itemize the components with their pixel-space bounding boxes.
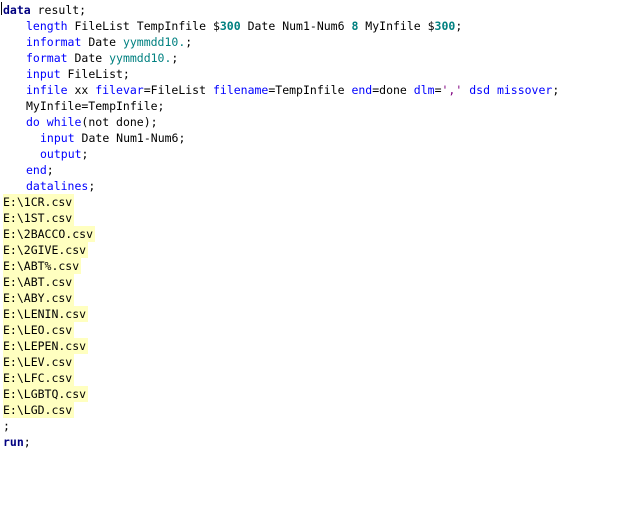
dataline: E:\LEO.csv <box>3 322 75 338</box>
code-line-3: informat Date yymmdd10.; <box>26 34 192 50</box>
keyword-output: output <box>40 147 82 161</box>
dataline: E:\ABY.csv <box>3 290 75 306</box>
code-line-run: run; <box>3 434 31 450</box>
keyword-while: while <box>46 115 82 129</box>
dataline: E:\LFC.csv <box>3 370 75 386</box>
dataline: E:\1ST.csv <box>3 210 75 226</box>
code-text: = <box>434 83 442 97</box>
code-line-12: datalines; <box>26 178 95 194</box>
code-text: ; <box>23 435 31 449</box>
code-line-4: format Date yymmdd10.; <box>26 50 178 66</box>
keyword-dsd: dsd <box>469 83 490 97</box>
code-line-2: length FileList TempInfile $300 Date Num… <box>26 18 462 34</box>
keyword-end: end <box>351 83 373 97</box>
dataline: E:\ABT.csv <box>3 274 75 290</box>
code-line-7: MyInfile=TempInfile; <box>26 98 164 114</box>
number-literal: 300 <box>434 19 456 33</box>
keyword-run: run <box>3 435 24 449</box>
code-text: result; <box>30 3 87 17</box>
keyword-datalines: datalines <box>26 179 89 193</box>
code-text: =FileList <box>143 83 213 97</box>
code-line-5: input FileList; <box>26 66 130 82</box>
keyword-length: length <box>26 19 68 33</box>
code-text: ; <box>81 147 89 161</box>
code-text: FileList; <box>60 67 130 81</box>
keyword-format: format <box>26 51 68 65</box>
keyword-missover: missover <box>496 83 553 97</box>
code-text: Date Num1-Num6; <box>74 131 186 145</box>
code-text: MyInfile $ <box>358 19 435 33</box>
code-line-11: end; <box>26 162 54 178</box>
code-text: ; <box>171 51 179 65</box>
keyword-data: data <box>3 3 31 17</box>
keyword-input: input <box>40 131 75 145</box>
dataline: E:\2BACCO.csv <box>3 226 96 242</box>
keyword-filevar: filevar <box>95 83 144 97</box>
dataline: E:\2GIVE.csv <box>3 242 89 258</box>
code-text: ; <box>185 35 193 49</box>
code-text: Date Num1-Num6 <box>240 19 352 33</box>
dataline: E:\LGD.csv <box>3 402 75 418</box>
code-line-10: output; <box>40 146 88 162</box>
code-text: ; <box>46 163 54 177</box>
code-text: Date <box>81 35 123 49</box>
dataline: E:\LEV.csv <box>3 354 75 370</box>
keyword-do: do <box>26 115 40 129</box>
text-cursor <box>1 2 2 15</box>
keyword-informat: informat <box>26 35 82 49</box>
code-line-1: data result; <box>3 2 86 18</box>
code-text: xx <box>67 83 96 97</box>
code-text: (not done); <box>81 115 158 129</box>
format-literal: yymmdd10. <box>109 51 172 65</box>
dataline: E:\1CR.csv <box>3 194 75 210</box>
string-literal: ',' <box>441 83 463 97</box>
dataline: E:\LGBTQ.csv <box>3 386 89 402</box>
dataline: E:\LEPEN.csv <box>3 338 89 354</box>
code-line-8: do while(not done); <box>26 114 158 130</box>
code-text: ; <box>552 83 560 97</box>
datalines-terminator: ; <box>3 419 10 433</box>
code-text: =done <box>372 83 414 97</box>
code-text: ; <box>455 19 463 33</box>
dataline: E:\LENIN.csv <box>3 306 89 322</box>
code-line-6: infile xx filevar=FileList filename=Temp… <box>26 82 559 98</box>
keyword-filename: filename <box>212 83 269 97</box>
format-literal: yymmdd10. <box>122 35 186 49</box>
number-literal: 300 <box>219 19 241 33</box>
code-text: =TempInfile <box>268 83 352 97</box>
code-line-9: input Date Num1-Num6; <box>40 130 185 146</box>
code-editor[interactable]: data result; length FileList TempInfile … <box>0 0 633 520</box>
keyword-dlm: dlm <box>413 83 435 97</box>
code-text: FileList TempInfile $ <box>67 19 220 33</box>
dataline: E:\ABT%.csv <box>3 258 82 274</box>
code-text: ; <box>88 179 96 193</box>
keyword-infile: infile <box>26 83 68 97</box>
keyword-end: end <box>26 163 47 177</box>
code-text: Date <box>67 51 110 65</box>
code-text: MyInfile=TempInfile; <box>26 99 165 113</box>
keyword-input: input <box>26 67 61 81</box>
